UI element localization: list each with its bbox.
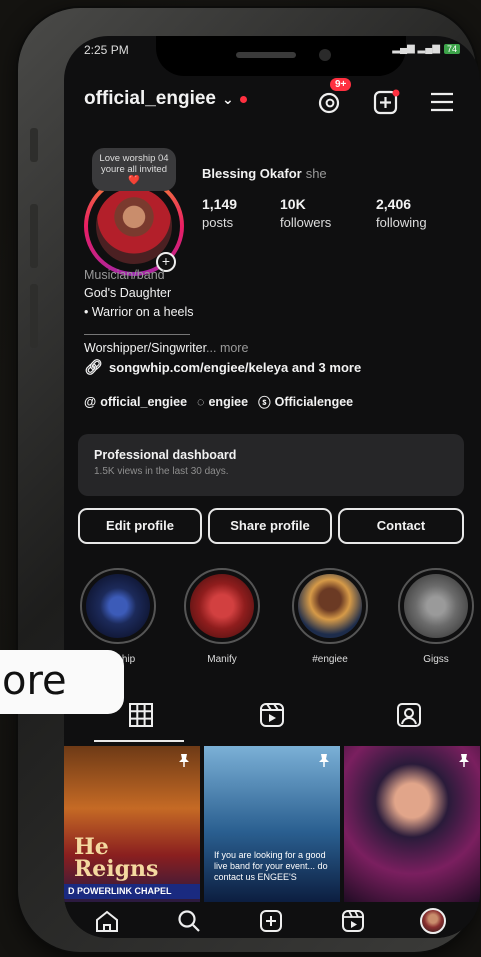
stat-value: 2,406 — [376, 196, 412, 212]
notch — [156, 36, 406, 76]
menu-button[interactable] — [428, 88, 456, 116]
phone-side-button — [30, 128, 38, 162]
post-caption: He Reigns — [74, 834, 159, 882]
bio-line: Worshipper/Singwriter... more — [84, 341, 248, 355]
stat-value: 1,149 — [202, 196, 238, 212]
dashboard-title: Professional dashboard — [94, 448, 237, 462]
plus-square-icon — [373, 89, 400, 115]
bottom-nav — [64, 902, 480, 938]
dashboard-subtitle: 1.5K views in the last 30 days. — [94, 466, 229, 477]
edit-profile-button[interactable]: Edit profile — [78, 508, 202, 544]
battery-icon: 74 — [443, 43, 460, 54]
chevron-down-icon: ⌄ — [222, 90, 234, 107]
stat-followers[interactable]: 10K followers — [280, 196, 331, 230]
background: 2:25 PM ▂▄▆ ▂▄▆ 74 official_engiee ⌄ 9+ — [0, 0, 481, 957]
tagged-icon[interactable] — [394, 700, 424, 730]
stat-label: followers — [280, 215, 332, 230]
create-post-icon[interactable] — [258, 908, 284, 934]
profile-tabs — [64, 696, 480, 742]
pin-icon — [319, 754, 329, 767]
bio-divider — [84, 334, 190, 335]
handle-link[interactable]: ⓢ Officialengee — [258, 392, 353, 411]
highlight-cover — [404, 574, 468, 638]
grid-icon[interactable] — [126, 700, 156, 730]
contact-button[interactable]: Contact — [338, 508, 464, 544]
search-icon[interactable] — [176, 908, 202, 934]
threads-handle[interactable]: @ official_engiee — [84, 395, 187, 409]
phone-side-button — [30, 204, 38, 268]
more-link[interactable]: ... more — [206, 341, 248, 355]
posts-grid: He Reigns D POWERLINK CHAPEL If you are … — [64, 746, 480, 902]
highlight-cover — [190, 574, 254, 638]
status-time: 2:25 PM — [84, 43, 129, 57]
pronoun: she — [305, 166, 327, 181]
handle-text: Officialengee — [274, 394, 354, 409]
threads-icon — [318, 92, 340, 114]
highlight-item[interactable]: Manify — [182, 568, 262, 665]
phone-side-button — [30, 284, 38, 348]
bolt-icon: ⓢ — [258, 396, 271, 410]
highlight-label: Gigss — [423, 654, 449, 665]
highlight-item[interactable]: Gigss — [396, 568, 476, 665]
social-handles: @ official_engiee ◌ engiee ⓢ Officialengee — [84, 392, 353, 411]
highlight-item[interactable]: #engiee — [290, 568, 370, 665]
stat-following[interactable]: 2,406 following — [376, 196, 427, 230]
status-icons: ▂▄▆ ▂▄▆ 74 — [392, 43, 460, 54]
post-thumbnail[interactable] — [344, 746, 480, 902]
post-thumbnail[interactable]: If you are looking for a good live band … — [204, 746, 340, 902]
stat-label: following — [376, 215, 427, 230]
new-dot-icon — [239, 95, 247, 103]
share-profile-button[interactable]: Share profile — [208, 508, 332, 544]
active-tab-indicator — [94, 740, 184, 742]
stat-label: posts — [202, 215, 234, 230]
bio-link-text: songwhip.com/engiee/keleya and 3 more — [109, 359, 362, 375]
notification-badge: 9+ — [330, 78, 352, 91]
phone-screen: 2:25 PM ▂▄▆ ▂▄▆ 74 official_engiee ⌄ 9+ — [64, 36, 480, 938]
bio-line: • Warrior on a heels — [84, 305, 194, 319]
highlight-cover — [86, 574, 150, 638]
handle-link[interactable]: ◌ engiee — [197, 395, 248, 409]
profile-avatar-icon[interactable] — [420, 908, 446, 934]
chat-icon: ◌ — [197, 394, 205, 409]
bio-line: God's Daughter — [84, 286, 172, 300]
post-footer: D POWERLINK CHAPEL — [64, 884, 200, 899]
handle-text: engiee — [208, 394, 249, 409]
signal-icon: ▂▄▆ ▂▄▆ — [392, 43, 440, 54]
username-switcher[interactable]: official_engiee ⌄ — [84, 88, 247, 110]
username: official_engiee — [84, 88, 216, 109]
bio-link[interactable]: 🔗︎ songwhip.com/engiee/keleya and 3 more — [84, 358, 361, 376]
home-icon[interactable] — [94, 908, 120, 934]
reels-icon[interactable] — [257, 700, 287, 730]
threads-icon: @ — [84, 394, 97, 409]
threads-button[interactable]: 9+ — [316, 78, 352, 116]
overlay-caption-pill: ore — [0, 650, 124, 714]
post-caption: If you are looking for a good live band … — [214, 850, 328, 882]
profile-note[interactable]: Love worship 04 youre all invited ❤️ — [92, 148, 176, 191]
stat-value: 10K — [280, 196, 306, 212]
post-thumbnail[interactable]: He Reigns D POWERLINK CHAPEL — [64, 746, 200, 902]
link-icon: 🔗︎ — [84, 359, 104, 376]
highlight-cover — [298, 574, 362, 638]
pin-icon — [459, 754, 469, 767]
phone-frame: 2:25 PM ▂▄▆ ▂▄▆ 74 official_engiee ⌄ 9+ — [18, 8, 480, 952]
professional-dashboard[interactable]: Professional dashboard 1.5K views in the… — [78, 434, 464, 496]
profile-category: Musician/band — [84, 268, 165, 282]
reels-nav-icon[interactable] — [340, 908, 366, 934]
bio-text: Worshipper/Singwriter — [84, 341, 207, 355]
pin-icon — [179, 754, 189, 767]
highlight-label: #engiee — [312, 654, 348, 665]
full-name: Blessing Okafor she — [202, 166, 327, 181]
stat-posts[interactable]: 1,149 posts — [202, 196, 237, 230]
highlight-label: Manify — [207, 654, 237, 665]
create-button[interactable] — [372, 88, 400, 116]
full-name-text: Blessing Okafor — [202, 166, 302, 181]
hamburger-icon — [431, 92, 453, 112]
handle-text: official_engiee — [100, 394, 188, 409]
